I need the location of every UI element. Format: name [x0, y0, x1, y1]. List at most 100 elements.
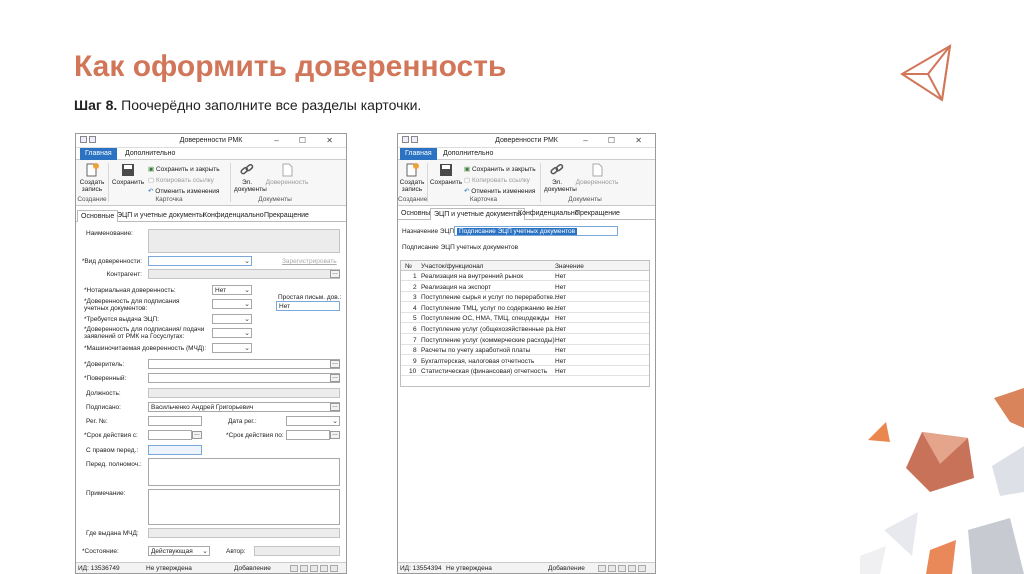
regno-field[interactable]: [148, 416, 202, 426]
attorney-picker-button[interactable]: …: [330, 374, 340, 382]
ecp-purpose-select[interactable]: Подписание ЭЦП учетных документов: [454, 226, 618, 236]
tab-confidential[interactable]: Конфиденциально: [200, 210, 267, 222]
save-close-icon: ▣: [464, 166, 471, 173]
row-value[interactable]: Нет: [555, 294, 566, 301]
table-row[interactable]: 1 Реализация на внутренний рынок Нет: [401, 271, 649, 281]
tab-termination[interactable]: Прекращение: [572, 208, 623, 220]
signed-field[interactable]: Васильченко Андрей Григорьевич: [148, 402, 340, 412]
table-row[interactable]: 10 Статистическая (финансовая) отчетность…: [401, 366, 649, 377]
row-value[interactable]: Нет: [555, 337, 566, 344]
power-document-button[interactable]: Доверенность: [264, 163, 310, 186]
ribbon-tab-additional[interactable]: Дополнительно: [438, 148, 498, 160]
note-field[interactable]: [148, 489, 340, 525]
table-row[interactable]: 7 Поступление услуг (коммерческие расходы…: [401, 335, 649, 345]
power-document-button[interactable]: Доверенность: [574, 163, 620, 186]
copy-link-button[interactable]: ▢ Копировать ссылку: [148, 176, 214, 184]
power-document-label: Доверенность: [265, 179, 309, 186]
notarial-value: Нет: [215, 287, 227, 294]
save-close-button[interactable]: ▣ Сохранить и закрыть: [148, 165, 220, 173]
chevron-down-icon: ⌄: [244, 345, 250, 352]
row-function: Поступление услуг (общехозяйственные ра.…: [421, 326, 559, 333]
principal-field[interactable]: [148, 359, 340, 369]
row-number: 2: [413, 283, 417, 291]
table-row[interactable]: 3 Поступление сырья и услуг по переработк…: [401, 292, 649, 303]
notarial-select[interactable]: Нет ⌄: [212, 285, 252, 295]
save-button[interactable]: Сохранить: [111, 163, 145, 186]
row-function: Поступление ОС, НМА, ТМЦ, спецодежды: [421, 315, 550, 323]
create-record-button[interactable]: Создать запись: [79, 163, 105, 193]
issued-field[interactable]: [148, 528, 340, 538]
valid-to-label: *Срок действия по:: [226, 432, 284, 439]
valid-to-calendar-button[interactable]: …: [330, 431, 340, 439]
signed-picker-button[interactable]: …: [330, 403, 340, 411]
table-row[interactable]: 8 Расчеты по учету заработной платы Нет: [401, 345, 649, 356]
save-button[interactable]: Сохранить: [429, 163, 463, 186]
table-row[interactable]: 9 Бухгалтерская, налоговая отчетность Нет: [401, 356, 649, 366]
notarial-label: *Нотариальная доверенность:: [84, 287, 176, 294]
cancel-changes-button[interactable]: ↶ Отменить изменения: [148, 187, 219, 195]
row-value[interactable]: Нет: [555, 326, 566, 333]
type-select[interactable]: ⌄: [148, 256, 252, 266]
table-row[interactable]: 6 Поступление услуг (общехозяйственные ра…: [401, 324, 649, 334]
tab-ecp-docs[interactable]: ЭЦП и учетные документы: [430, 208, 526, 220]
chevron-down-icon: ⌄: [244, 301, 250, 308]
gosuslugi-select[interactable]: ⌄: [212, 328, 252, 338]
ribbon-tab-additional[interactable]: Дополнительно: [120, 148, 180, 160]
row-function: Поступление сырья и услуг по переработке…: [421, 294, 559, 302]
transfer-powers-field[interactable]: [148, 458, 340, 486]
principal-picker-button[interactable]: …: [330, 360, 340, 368]
tab-termination[interactable]: Прекращение: [261, 210, 312, 222]
cancel-changes-label: Отменить изменения: [471, 188, 536, 195]
position-field[interactable]: [148, 388, 340, 398]
table-row[interactable]: 5 Поступление ОС, НМА, ТМЦ, спецодежды Нет: [401, 313, 649, 324]
contragent-label: Контрагент:: [106, 271, 142, 278]
principal-label: *Доверитель:: [84, 361, 125, 368]
attorney-field[interactable]: [148, 373, 340, 383]
machine-readable-select[interactable]: ⌄: [212, 343, 252, 353]
contragent-picker-button[interactable]: …: [330, 270, 340, 278]
window-controls[interactable]: – ☐ ✕: [583, 136, 651, 145]
state-select[interactable]: Действующая ⌄: [148, 546, 210, 556]
valid-from-field[interactable]: [148, 430, 192, 440]
link-icon: [240, 163, 254, 175]
ecp-required-select[interactable]: ⌄: [212, 314, 252, 324]
name-field[interactable]: [148, 229, 340, 253]
row-value[interactable]: Нет: [555, 347, 566, 354]
right-transfer-field[interactable]: [148, 445, 202, 455]
tab-main[interactable]: Основные: [77, 210, 119, 222]
valid-to-field[interactable]: [286, 430, 330, 440]
tab-ecp-docs[interactable]: ЭЦП и учетные документы: [114, 210, 207, 222]
row-value[interactable]: Нет: [555, 284, 566, 291]
edocs-button[interactable]: Эл. документы: [544, 163, 577, 193]
signing-select[interactable]: ⌄: [212, 299, 252, 309]
regdate-field[interactable]: ⌄: [286, 416, 340, 426]
row-value[interactable]: Нет: [555, 368, 566, 375]
create-record-button[interactable]: Создать запись: [399, 163, 425, 193]
ribbon-tab-main[interactable]: Главная: [80, 148, 117, 160]
register-link[interactable]: Зарегистрировать: [282, 258, 337, 265]
mode-status: Добавление: [548, 565, 585, 572]
row-number: 4: [413, 304, 417, 312]
contragent-field[interactable]: [148, 269, 340, 279]
table-row[interactable]: 4 Поступление ТМЦ, услуг по содержанию ве…: [401, 303, 649, 313]
ribbon-tab-main[interactable]: Главная: [400, 148, 437, 160]
ecp-functions-grid: № Участок/функционал Значение 1 Реализаци…: [400, 260, 650, 387]
author-field[interactable]: [254, 546, 340, 556]
valid-from-calendar-button[interactable]: …: [192, 431, 202, 439]
copy-link-button[interactable]: ▢ Копировать ссылку: [464, 176, 530, 184]
row-value[interactable]: Нет: [555, 273, 566, 280]
simple-signature-field[interactable]: Нет: [276, 301, 340, 311]
table-row[interactable]: 2 Реализация на экспорт Нет: [401, 282, 649, 292]
row-number: 5: [413, 315, 417, 323]
row-value[interactable]: Нет: [555, 358, 566, 365]
row-value[interactable]: Нет: [555, 305, 566, 312]
row-function: Поступление услуг (коммерческие расходы): [421, 336, 555, 344]
window-controls[interactable]: – ☐ ✕: [274, 136, 342, 145]
edocs-button[interactable]: Эл. документы: [234, 163, 267, 193]
row-value[interactable]: Нет: [555, 315, 566, 322]
status-icons[interactable]: [598, 565, 648, 573]
status-icons[interactable]: [290, 565, 340, 573]
cancel-changes-button[interactable]: ↶ Отменить изменения: [464, 187, 535, 195]
chevron-down-icon: ⌄: [244, 287, 250, 294]
save-close-button[interactable]: ▣ Сохранить и закрыть: [464, 165, 536, 173]
